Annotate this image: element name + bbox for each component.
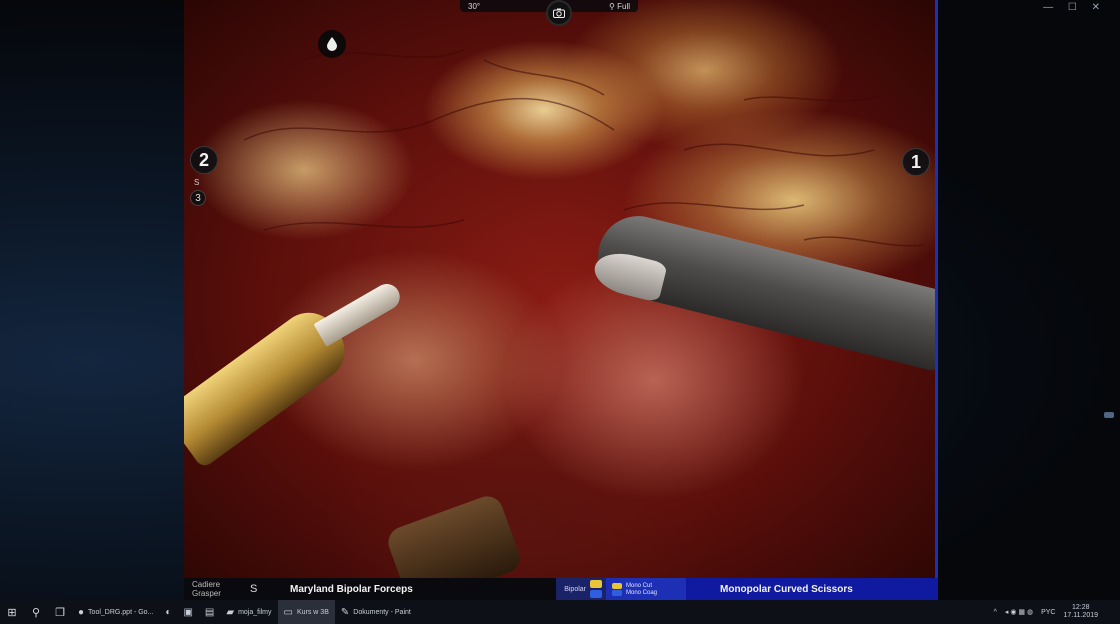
camera-icon[interactable] bbox=[546, 0, 572, 26]
taskbar-apps: ● Tool_DRG.ppt - Go... ◐ ▣ ▤ ▰ moja_filmy ▭ Kurs… bbox=[72, 600, 417, 624]
start-icon[interactable]: ⊞ bbox=[0, 600, 24, 624]
clock-time: 12:28 bbox=[1071, 604, 1090, 611]
app-icon: ▰ bbox=[226, 606, 235, 618]
zoom-readout: 30° bbox=[468, 1, 481, 11]
blue-pedal-swatch bbox=[612, 589, 622, 596]
energy-label: Bipolar bbox=[564, 585, 586, 593]
app-icon: ▭ bbox=[283, 606, 293, 618]
pedal-yellow-label: Mono Cut bbox=[626, 582, 653, 589]
yellow-pedal-icon bbox=[590, 580, 602, 588]
taskbar-app-4[interactable]: ▰ moja_filmy bbox=[220, 600, 277, 624]
instrument-status-bar: Cadiere Grasper S Maryland Bipolar Force… bbox=[184, 578, 938, 600]
language-indicator[interactable]: PYC bbox=[1041, 609, 1055, 616]
left-instrument-panel: Cadiere Grasper S Maryland Bipolar Force… bbox=[184, 578, 556, 600]
camera-glyph bbox=[553, 8, 565, 18]
drop-icon bbox=[318, 30, 346, 58]
pedal-assignment-panel: Mono Cut Mono Coag bbox=[606, 578, 686, 600]
tray-chevron-icon[interactable]: ^ bbox=[994, 609, 997, 616]
edge-indicator bbox=[1104, 412, 1114, 418]
windows-taskbar: ⊞ ⚲ ❐ ● Tool_DRG.ppt - Go... ◐ ▣ ▤ ▰ moja_film… bbox=[0, 600, 1120, 624]
app-label: Kurs w 3B bbox=[296, 608, 329, 616]
yellow-pedal-swatch bbox=[612, 582, 622, 589]
clock-date: 17.11.2019 bbox=[1063, 612, 1098, 619]
arm-1-indicator: 1 bbox=[902, 148, 930, 176]
app-icon: ◐ bbox=[165, 606, 172, 618]
app-icon: ▤ bbox=[204, 606, 215, 618]
tray-icons[interactable]: ◂ ◉ ▦ ◍ bbox=[1005, 608, 1033, 616]
magnifier-icon: ⚲ bbox=[609, 1, 615, 11]
taskbar-app-2[interactable]: ▣ bbox=[177, 600, 198, 624]
arm-2-indicator: 2 bbox=[190, 146, 218, 174]
left-tool-name: Maryland Bipolar Forceps bbox=[290, 583, 413, 595]
taskbar-app-3[interactable]: ▤ bbox=[199, 600, 220, 624]
taskbar-app-1[interactable]: ◐ bbox=[159, 600, 177, 624]
right-tool-name: Monopolar Curved Scissors bbox=[720, 583, 853, 595]
app-label: Dokumenty - Paint bbox=[353, 608, 411, 616]
arm-3-indicator: 3 bbox=[190, 190, 206, 206]
energy-indicator: Bipolar bbox=[556, 578, 606, 600]
search-icon[interactable]: ⚲ bbox=[24, 600, 48, 624]
arm-2-sublabel: S bbox=[194, 178, 200, 187]
left-arm-tool: Cadiere Grasper bbox=[192, 580, 221, 598]
view-mode[interactable]: ⚲ Full bbox=[609, 2, 630, 11]
taskbar-app-6[interactable]: ✎ Dokumenty - Paint bbox=[335, 600, 417, 624]
taskbar-app-0[interactable]: ● Tool_DRG.ppt - Go... bbox=[72, 600, 159, 624]
surgical-video-feed bbox=[184, 0, 938, 600]
window-controls[interactable]: — ☐ ✕ bbox=[1043, 2, 1106, 13]
app-icon: ▣ bbox=[183, 606, 193, 618]
app-icon: ● bbox=[78, 606, 85, 618]
task-view-icon[interactable]: ❐ bbox=[48, 600, 72, 624]
left-arm-number: S bbox=[250, 583, 258, 595]
right-instrument-panel: Monopolar Curved Scissors bbox=[686, 578, 938, 600]
app-label: Tool_DRG.ppt - Go... bbox=[88, 608, 154, 616]
drop-glyph bbox=[327, 37, 337, 51]
app-label: moja_filmy bbox=[238, 608, 272, 616]
pedal-row-blue: Mono Coag bbox=[612, 589, 686, 596]
pedal-blue-label: Mono Coag bbox=[626, 589, 658, 596]
pedal-row-yellow: Mono Cut bbox=[612, 582, 686, 589]
taskbar-app-5[interactable]: ▭ Kurs w 3B bbox=[277, 600, 335, 624]
app-icon: ✎ bbox=[340, 606, 350, 618]
clock[interactable]: 12:28 17.11.2019 bbox=[1063, 604, 1098, 620]
view-mode-label: Full bbox=[617, 1, 630, 11]
blue-pedal-icon bbox=[590, 590, 602, 598]
energy-pedals bbox=[590, 580, 602, 598]
system-tray: ^ ◂ ◉ ▦ ◍ PYC 12:28 17.11.2019 bbox=[994, 604, 1120, 620]
